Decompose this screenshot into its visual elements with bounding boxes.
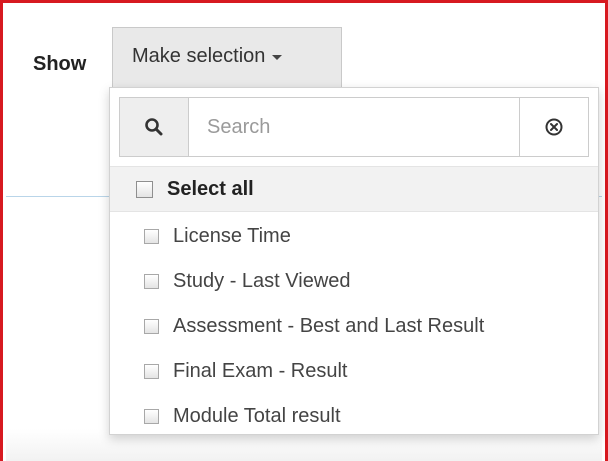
page-frame: Show Make selection Selec [0, 0, 608, 461]
search-input[interactable] [189, 98, 519, 156]
option-checkbox[interactable] [144, 409, 159, 424]
option-module-total-result[interactable]: Module Total result [110, 394, 598, 439]
option-list: License Time Study - Last Viewed Assessm… [110, 214, 598, 439]
select-all-checkbox[interactable] [136, 180, 153, 198]
option-license-time[interactable]: License Time [110, 214, 598, 259]
selection-dropdown: Select all License Time Study - Last Vie… [109, 87, 599, 435]
option-label: Study - Last Viewed [173, 270, 351, 292]
option-assessment-best-last-result[interactable]: Assessment - Best and Last Result [110, 304, 598, 349]
select-all-label: Select all [167, 177, 254, 200]
search-icon [120, 98, 189, 156]
option-label: License Time [173, 225, 291, 247]
option-final-exam-result[interactable]: Final Exam - Result [110, 349, 598, 394]
show-label: Show [33, 53, 87, 75]
select-all-option[interactable]: Select all [110, 166, 598, 212]
option-label: Final Exam - Result [173, 360, 348, 382]
option-checkbox[interactable] [144, 364, 159, 379]
make-selection-button[interactable]: Make selection [112, 27, 342, 87]
caret-down-icon [272, 55, 283, 60]
option-checkbox[interactable] [144, 319, 159, 334]
option-label: Assessment - Best and Last Result [173, 315, 485, 337]
option-checkbox[interactable] [144, 274, 159, 289]
search-group [119, 97, 589, 157]
option-label: Module Total result [173, 405, 341, 427]
option-study-last-viewed[interactable]: Study - Last Viewed [110, 259, 598, 304]
make-selection-button-label: Make selection [132, 45, 266, 67]
clear-circle-x-icon[interactable] [519, 98, 588, 156]
option-checkbox[interactable] [144, 229, 159, 244]
